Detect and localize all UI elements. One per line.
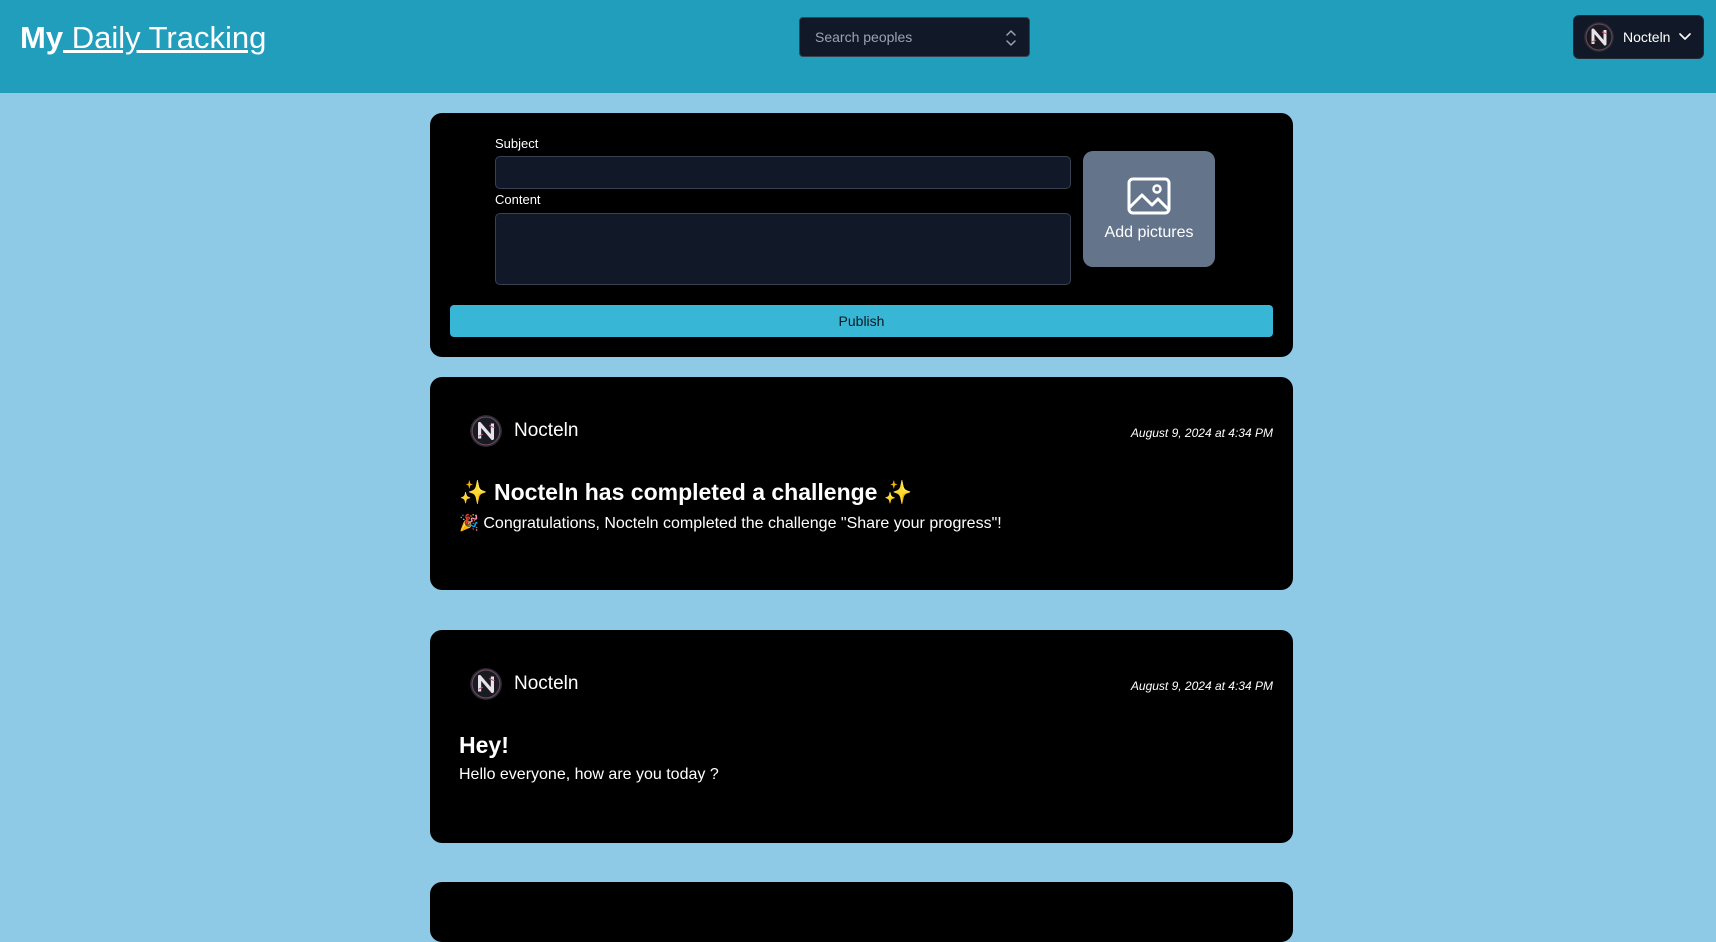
brand-title[interactable]: My Daily Tracking xyxy=(20,18,266,58)
post-title: ✨ Nocteln has completed a challenge ✨ xyxy=(459,479,913,505)
subject-label: Subject xyxy=(495,136,539,151)
chevron-down-icon xyxy=(1679,33,1691,40)
post-timestamp: August 9, 2024 at 4:34 PM xyxy=(1130,679,1273,693)
post-card xyxy=(430,882,1293,942)
avatar xyxy=(1584,22,1614,52)
content-textarea[interactable] xyxy=(495,213,1071,285)
search-people-select[interactable] xyxy=(799,17,1030,57)
author-name: Nocteln xyxy=(514,420,579,441)
search-input[interactable] xyxy=(813,28,993,46)
post-card: Nocteln August 9, 2024 at 4:34 PM ✨ Noct… xyxy=(430,377,1293,590)
post-title: Hey! xyxy=(459,732,509,758)
publish-button[interactable]: Publish xyxy=(450,305,1273,337)
post-composer: Subject Content Add pictures Publish xyxy=(430,113,1293,357)
header: My Daily Tracking Nocteln xyxy=(0,0,1716,93)
post-author[interactable]: Nocteln xyxy=(470,668,578,700)
brand-strong: My xyxy=(20,20,64,55)
author-name: Nocteln xyxy=(514,673,579,694)
avatar xyxy=(470,415,502,447)
avatar xyxy=(470,668,502,700)
user-name: Nocteln xyxy=(1623,29,1671,45)
brand-link[interactable]: Daily Tracking xyxy=(63,20,267,55)
post-author[interactable]: Nocteln xyxy=(470,415,578,447)
image-icon xyxy=(1127,177,1171,214)
user-menu-button[interactable]: Nocteln xyxy=(1573,15,1704,59)
post-body: Hello everyone, how are you today ? xyxy=(459,766,719,783)
subject-input[interactable] xyxy=(495,156,1071,189)
updown-icon xyxy=(1006,30,1016,46)
post-timestamp: August 9, 2024 at 4:34 PM xyxy=(1130,426,1273,440)
add-pictures-button[interactable]: Add pictures xyxy=(1083,151,1215,267)
content-label: Content xyxy=(495,192,541,207)
post-body: 🎉 Congratulations, Nocteln completed the… xyxy=(459,515,1002,532)
add-pictures-label: Add pictures xyxy=(1104,223,1194,241)
post-card: Nocteln August 9, 2024 at 4:34 PM Hey! H… xyxy=(430,630,1293,843)
